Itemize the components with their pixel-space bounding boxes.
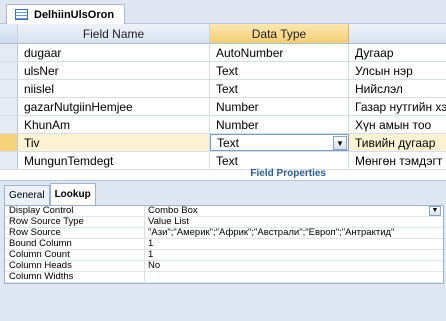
property-value[interactable]: No xyxy=(145,261,443,271)
property-row[interactable]: Column Heads No xyxy=(5,261,443,272)
table-row[interactable]: niislel Text Нийслэл xyxy=(0,80,446,98)
field-name-cell[interactable]: gazarNutgiinHemjee xyxy=(18,98,210,115)
table-design-grid: Field Name Data Type dugaar AutoNumber Д… xyxy=(0,24,446,170)
table-row[interactable]: ulsNer Text Улсын нэр xyxy=(0,62,446,80)
row-selector[interactable] xyxy=(0,134,18,151)
row-selector[interactable] xyxy=(0,80,18,97)
data-type-cell[interactable]: Text xyxy=(210,62,349,79)
field-properties-bar: Field Properties xyxy=(0,166,446,180)
property-name: Row Source Type xyxy=(5,217,145,227)
row-selector[interactable] xyxy=(0,116,18,133)
row-selector[interactable] xyxy=(0,62,18,79)
description-cell[interactable]: Хүн амын тоо xyxy=(349,116,446,133)
description-cell[interactable]: Улсын нэр xyxy=(349,62,446,79)
row-selector[interactable] xyxy=(0,44,18,61)
description-cell[interactable]: Дугаар xyxy=(349,44,446,61)
field-name-cell[interactable]: dugaar xyxy=(18,44,210,61)
data-type-select[interactable]: Text ▼ xyxy=(210,134,349,151)
property-value[interactable]: "Ази";"Америк";"Африк";"Австрали";"Европ… xyxy=(145,228,443,238)
data-type-cell[interactable]: AutoNumber xyxy=(210,44,349,61)
grid-header: Field Name Data Type xyxy=(0,24,446,44)
properties-panel: General Lookup Display Control Combo Box… xyxy=(0,180,446,321)
description-header xyxy=(349,24,446,43)
data-type-cell[interactable]: Number xyxy=(210,98,349,115)
table-row[interactable]: KhunAm Number Хүн амын тоо xyxy=(0,116,446,134)
property-name: Bound Column xyxy=(5,239,145,249)
field-name-header: Field Name xyxy=(18,24,210,43)
table-row-active[interactable]: Tiv Text ▼ Тивийн дугаар xyxy=(0,134,446,152)
field-name-cell[interactable]: KhunAm xyxy=(18,116,210,133)
property-row[interactable]: Row Source Type Value List xyxy=(5,217,443,228)
document-tab[interactable]: DelhiinUlsOron xyxy=(6,4,126,24)
document-tab-title: DelhiinUlsOron xyxy=(34,8,115,21)
select-all-corner[interactable] xyxy=(0,24,18,43)
table-icon xyxy=(15,9,28,20)
property-name: Row Source xyxy=(5,228,145,238)
field-name-cell[interactable]: Tiv xyxy=(18,134,210,151)
field-properties-label: Field Properties xyxy=(250,167,326,179)
tab-general[interactable]: General xyxy=(4,185,50,205)
field-name-cell[interactable]: ulsNer xyxy=(18,62,210,79)
property-name: Column Count xyxy=(5,250,145,260)
property-row[interactable]: Row Source "Ази";"Америк";"Африк";"Австр… xyxy=(5,228,443,239)
property-name: Column Heads xyxy=(5,261,145,271)
property-row[interactable]: Bound Column 1 xyxy=(5,239,443,250)
data-type-cell[interactable]: Number xyxy=(210,116,349,133)
table-row[interactable]: gazarNutgiinHemjee Number Газар нутгийн … xyxy=(0,98,446,116)
property-value[interactable]: Value List xyxy=(145,217,443,227)
property-row[interactable]: Display Control Combo Box ▼ xyxy=(5,206,443,217)
property-value[interactable]: 1 xyxy=(145,239,443,249)
field-name-cell[interactable]: niislel xyxy=(18,80,210,97)
table-row[interactable]: dugaar AutoNumber Дугаар xyxy=(0,44,446,62)
document-tab-strip: DelhiinUlsOron xyxy=(0,0,446,24)
tab-lookup[interactable]: Lookup xyxy=(49,183,96,205)
data-type-value: Text xyxy=(217,135,240,150)
property-row[interactable]: Column Count 1 xyxy=(5,250,443,261)
chevron-down-icon[interactable]: ▼ xyxy=(429,206,441,216)
description-cell[interactable]: Нийслэл xyxy=(349,80,446,97)
property-value[interactable] xyxy=(145,272,443,282)
chevron-down-icon[interactable]: ▼ xyxy=(333,136,347,150)
properties-tabs: General Lookup xyxy=(4,183,96,205)
row-selector[interactable] xyxy=(0,98,18,115)
display-control-select[interactable]: Combo Box ▼ xyxy=(145,206,443,216)
property-row[interactable]: Column Widths xyxy=(5,272,443,283)
data-type-header: Data Type xyxy=(210,24,349,43)
description-cell[interactable]: Газар нутгийн хэ xyxy=(349,98,446,115)
property-name: Column Widths xyxy=(5,272,145,282)
properties-table: Display Control Combo Box ▼ Row Source T… xyxy=(4,205,444,284)
data-type-cell[interactable]: Text xyxy=(210,80,349,97)
property-name: Display Control xyxy=(5,206,145,216)
property-value: Combo Box xyxy=(148,206,198,216)
property-value[interactable]: 1 xyxy=(145,250,443,260)
description-cell[interactable]: Тивийн дугаар xyxy=(349,134,446,151)
